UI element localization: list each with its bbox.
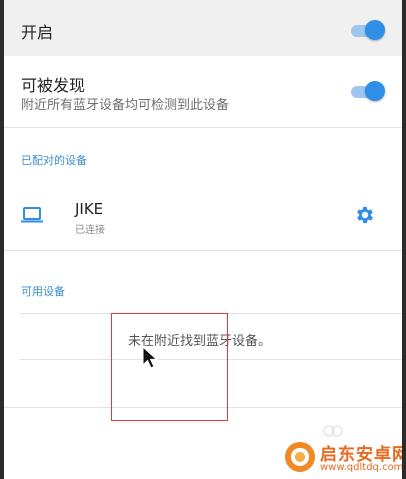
paired-device-name: JIKE bbox=[75, 200, 104, 218]
discoverable-toggle[interactable] bbox=[351, 81, 385, 101]
bluetooth-enable-label: 开启 bbox=[21, 23, 54, 42]
device-outline-icon bbox=[323, 425, 343, 437]
discoverable-label: 可被发现 bbox=[21, 76, 86, 95]
window-frame-left bbox=[0, 0, 4, 479]
mouse-cursor-icon bbox=[142, 346, 158, 369]
paired-devices-header: 已配对的设备 bbox=[21, 154, 87, 167]
paired-device-row[interactable] bbox=[4, 182, 402, 248]
site-watermark: 启东安卓网 www.qdltdq.com bbox=[276, 437, 406, 479]
discoverable-description: 附近所有蓝牙设备均可检测到此设备 bbox=[21, 98, 230, 113]
paired-device-status: 已连接 bbox=[75, 225, 105, 236]
gear-icon[interactable] bbox=[354, 204, 376, 226]
watermark-logo-icon bbox=[285, 442, 315, 472]
laptop-icon bbox=[21, 207, 43, 223]
available-devices-header: 可用设备 bbox=[21, 285, 65, 298]
bluetooth-enable-toggle[interactable] bbox=[351, 20, 385, 40]
annotation-highlight-box bbox=[111, 313, 228, 421]
toggle-thumb bbox=[365, 20, 385, 40]
toggle-thumb bbox=[365, 81, 385, 101]
divider bbox=[4, 127, 402, 128]
divider bbox=[4, 250, 402, 251]
bluetooth-enable-row[interactable] bbox=[4, 0, 402, 56]
window-frame-right bbox=[402, 0, 406, 479]
watermark-site-url: www.qdltdq.com bbox=[320, 462, 404, 473]
